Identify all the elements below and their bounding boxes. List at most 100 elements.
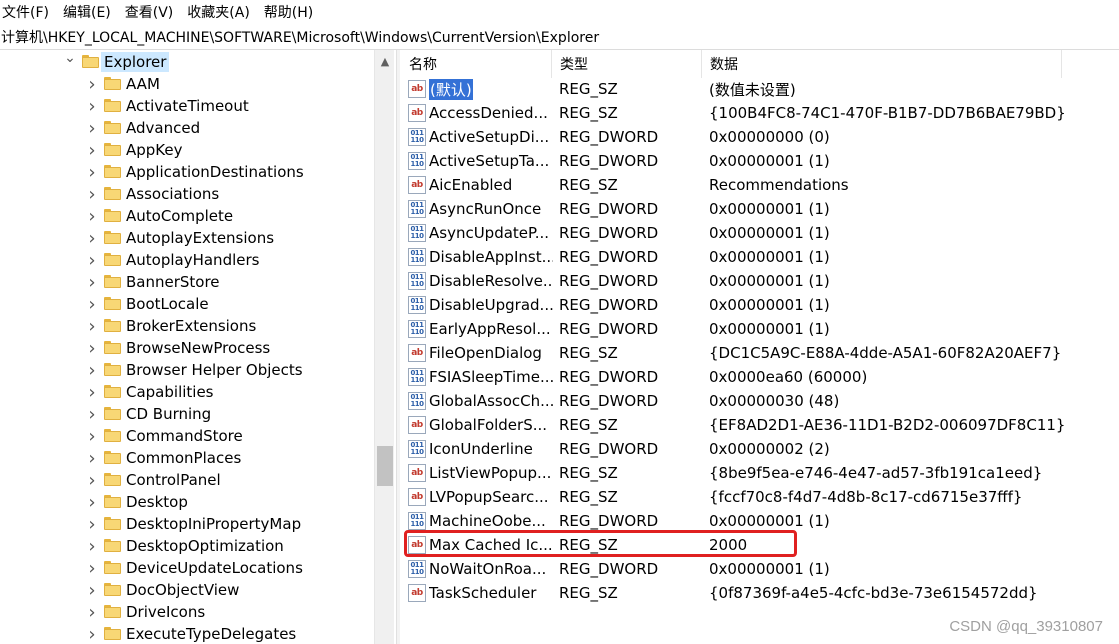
tree-item[interactable]: › BannerStore: [0, 271, 372, 293]
value-row[interactable]: ab GlobalFolderS... REG_SZ {EF8AD2D1-AE36-1…: [401, 413, 1119, 437]
chevron-right-icon[interactable]: ›: [86, 293, 98, 315]
tree-item[interactable]: › CD Burning: [0, 403, 372, 425]
chevron-right-icon[interactable]: ›: [86, 117, 98, 139]
value-row[interactable]: ab LVPopupSearc... REG_SZ {fccf70c8-f4d7-4d…: [401, 485, 1119, 509]
tree-item[interactable]: › AutoplayExtensions: [0, 227, 372, 249]
column-header-name[interactable]: 名称: [401, 50, 552, 78]
chevron-down-icon[interactable]: ⌄: [64, 50, 76, 69]
folder-icon: [82, 55, 99, 68]
value-row[interactable]: 011 110 GlobalAssocCh... REG_DWORD 0x0000003…: [401, 389, 1119, 413]
chevron-right-icon[interactable]: ›: [86, 623, 98, 644]
chevron-right-icon[interactable]: ›: [86, 579, 98, 601]
chevron-right-icon[interactable]: ›: [86, 271, 98, 293]
address-bar[interactable]: 计算机\HKEY_LOCAL_MACHINE\SOFTWARE\Microsof…: [0, 24, 1119, 50]
tree-item[interactable]: › DesktopIniPropertyMap: [0, 513, 372, 535]
menu-favorites[interactable]: 收藏夹(A): [187, 2, 250, 22]
value-data: 0x00000001 (1): [709, 224, 830, 242]
value-name: NoWaitOnRoa...: [429, 560, 547, 578]
value-row[interactable]: 011 110 ActiveSetupDi... REG_DWORD 0x0000000…: [401, 125, 1119, 149]
tree-item[interactable]: › BootLocale: [0, 293, 372, 315]
chevron-right-icon[interactable]: ›: [86, 337, 98, 359]
tree-item-explorer[interactable]: ⌄ Explorer: [0, 50, 372, 73]
tree-item[interactable]: › CommandStore: [0, 425, 372, 447]
tree-item[interactable]: › DriveIcons: [0, 601, 372, 623]
menu-file[interactable]: 文件(F): [2, 2, 49, 22]
tree-item[interactable]: › Browser Helper Objects: [0, 359, 372, 381]
chevron-right-icon[interactable]: ›: [86, 381, 98, 403]
tree-item[interactable]: › BrowseNewProcess: [0, 337, 372, 359]
tree-item[interactable]: › AutoplayHandlers: [0, 249, 372, 271]
scroll-up-arrow-icon[interactable]: ▲: [375, 52, 395, 70]
chevron-right-icon[interactable]: ›: [86, 161, 98, 183]
value-row[interactable]: ab TaskScheduler REG_SZ {0f87369f-a4e5-4cfc…: [401, 581, 1119, 605]
menu-help[interactable]: 帮助(H): [264, 2, 313, 22]
tree-item[interactable]: › AAM: [0, 73, 372, 95]
value-row[interactable]: 011 110 AsyncUpdateP... REG_DWORD 0x00000001…: [401, 221, 1119, 245]
tree-item[interactable]: › ApplicationDestinations: [0, 161, 372, 183]
value-row[interactable]: 011 110 ActiveSetupTa... REG_DWORD 0x0000000…: [401, 149, 1119, 173]
value-row[interactable]: 011 110 DisableUpgrad... REG_DWORD 0x0000000…: [401, 293, 1119, 317]
chevron-right-icon[interactable]: ›: [86, 227, 98, 249]
tree-item-label: Desktop: [126, 493, 188, 511]
folder-icon: [104, 539, 121, 552]
value-row[interactable]: ab (默认) REG_SZ (数值未设置): [401, 77, 1119, 101]
tree-item[interactable]: › ActivateTimeout: [0, 95, 372, 117]
value-row[interactable]: 011 110 NoWaitOnRoa... REG_DWORD 0x00000001 …: [401, 557, 1119, 581]
value-row[interactable]: ab ListViewPopup... REG_SZ {8be9f5ea-e746-4…: [401, 461, 1119, 485]
chevron-right-icon[interactable]: ›: [86, 469, 98, 491]
value-row[interactable]: 011 110 FSIASleepTime... REG_DWORD 0x0000ea6…: [401, 365, 1119, 389]
tree-item[interactable]: › DeviceUpdateLocations: [0, 557, 372, 579]
tree-item[interactable]: › DocObjectView: [0, 579, 372, 601]
value-row[interactable]: ab AicEnabled REG_SZ Recommendations: [401, 173, 1119, 197]
value-data: 0x00000001 (1): [709, 152, 830, 170]
value-row[interactable]: 011 110 DisableAppInst... REG_DWORD 0x000000…: [401, 245, 1119, 269]
chevron-right-icon[interactable]: ›: [86, 205, 98, 227]
chevron-right-icon[interactable]: ›: [86, 95, 98, 117]
tree-item[interactable]: › AutoComplete: [0, 205, 372, 227]
menu-bar: 文件(F) 编辑(E) 查看(V) 收藏夹(A) 帮助(H): [0, 0, 1119, 24]
value-row[interactable]: ab AccessDenied... REG_SZ {100B4FC8-74C1-47…: [401, 101, 1119, 125]
chevron-right-icon[interactable]: ›: [86, 73, 98, 95]
column-header-data[interactable]: 数据: [702, 50, 1062, 78]
tree-item[interactable]: › Desktop: [0, 491, 372, 513]
tree-item[interactable]: › ControlPanel: [0, 469, 372, 491]
value-row[interactable]: 011 110 EarlyAppResol... REG_DWORD 0x0000000…: [401, 317, 1119, 341]
value-data: 0x00000001 (1): [709, 200, 830, 218]
chevron-right-icon[interactable]: ›: [86, 491, 98, 513]
tree-item[interactable]: › Associations: [0, 183, 372, 205]
value-row[interactable]: 011 110 AsyncRunOnce REG_DWORD 0x00000001 (1…: [401, 197, 1119, 221]
tree-item[interactable]: › AppKey: [0, 139, 372, 161]
binary-value-icon: 011 110: [408, 440, 426, 458]
chevron-right-icon[interactable]: ›: [86, 315, 98, 337]
tree-item[interactable]: › CommonPlaces: [0, 447, 372, 469]
tree-item[interactable]: › Advanced: [0, 117, 372, 139]
chevron-right-icon[interactable]: ›: [86, 359, 98, 381]
chevron-right-icon[interactable]: ›: [86, 183, 98, 205]
value-row[interactable]: ab FileOpenDialog REG_SZ {DC1C5A9C-E88A-4dd…: [401, 341, 1119, 365]
pane-splitter[interactable]: [396, 50, 400, 644]
tree-item[interactable]: › Capabilities: [0, 381, 372, 403]
menu-edit[interactable]: 编辑(E): [63, 2, 111, 22]
scrollbar-thumb[interactable]: [377, 446, 393, 486]
string-value-icon: ab: [408, 176, 426, 194]
value-row[interactable]: 011 110 DisableResolve... REG_DWORD 0x000000…: [401, 269, 1119, 293]
chevron-right-icon[interactable]: ›: [86, 601, 98, 623]
value-row[interactable]: 011 110 IconUnderline REG_DWORD 0x00000002 (…: [401, 437, 1119, 461]
folder-icon: [104, 297, 121, 310]
chevron-right-icon[interactable]: ›: [86, 425, 98, 447]
tree-item[interactable]: › DesktopOptimization: [0, 535, 372, 557]
menu-view[interactable]: 查看(V): [125, 2, 174, 22]
tree-scrollbar[interactable]: ▲: [374, 50, 394, 644]
chevron-right-icon[interactable]: ›: [86, 447, 98, 469]
tree-item[interactable]: › ExecuteTypeDelegates: [0, 623, 372, 644]
chevron-right-icon[interactable]: ›: [86, 403, 98, 425]
value-data: Recommendations: [709, 176, 849, 194]
chevron-right-icon[interactable]: ›: [86, 535, 98, 557]
chevron-right-icon[interactable]: ›: [86, 557, 98, 579]
chevron-right-icon[interactable]: ›: [86, 249, 98, 271]
chevron-right-icon[interactable]: ›: [86, 513, 98, 535]
column-header-type[interactable]: 类型: [552, 50, 702, 78]
tree-item[interactable]: › BrokerExtensions: [0, 315, 372, 337]
chevron-right-icon[interactable]: ›: [86, 139, 98, 161]
tree-item-label: BrowseNewProcess: [126, 339, 271, 357]
